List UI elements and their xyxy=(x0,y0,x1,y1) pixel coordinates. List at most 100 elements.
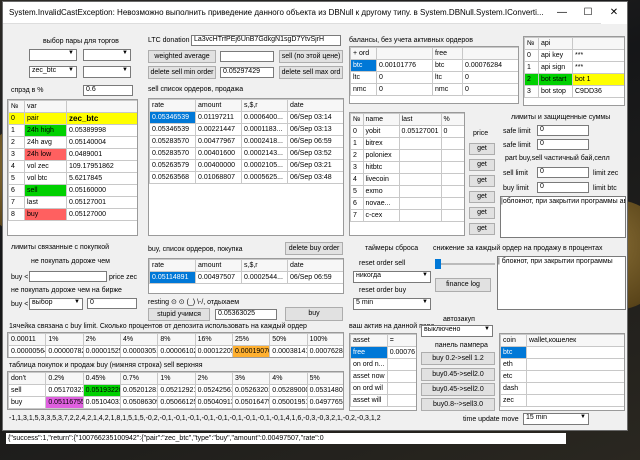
exchange-buy-value[interactable]: 0 xyxy=(87,298,137,309)
quote-currency-select[interactable]: ▼ xyxy=(83,49,131,61)
table-row[interactable]: 2 24h avg 0.05140004 xyxy=(8,136,137,149)
reset-buy-select[interactable]: 5 min ▼ xyxy=(353,298,431,310)
delete-buy-order-button[interactable]: delete buy order xyxy=(285,242,343,255)
spread-label: спрэд в % xyxy=(11,87,44,94)
chevron-down-icon: ▼ xyxy=(122,50,128,56)
decrease-slider[interactable] xyxy=(435,259,495,269)
pair-select[interactable]: zec_btc ▼ xyxy=(29,66,77,78)
table-row[interactable]: 6 sell 0.05160000 xyxy=(8,184,137,197)
table-row[interactable]: 0.05263579 0.00400000 0.0002105... 06/Sep 0… xyxy=(149,159,343,172)
table-row[interactable]: 0.05283570 0.00401600 0.0002143... 06/Sep 0… xyxy=(149,147,343,160)
table-row[interactable]: 0.05283570 0.00477967 0.0002418... 06/Sep 0… xyxy=(149,135,343,148)
weighted-average-value[interactable] xyxy=(220,51,274,62)
maximize-icon[interactable]: ☐ xyxy=(575,2,601,24)
pump-button-3[interactable]: buy0.45->sell2.0 xyxy=(421,383,495,396)
auto-buy-select[interactable]: выключено ▼ xyxy=(421,325,493,337)
buy-limits-title: лимиты связанные с покупкой xyxy=(11,244,110,251)
minimize-icon[interactable]: — xyxy=(549,2,575,24)
buy-list-label: buy, список ордеров, покупка xyxy=(148,246,243,253)
base-currency-select[interactable]: ▼ xyxy=(29,49,77,61)
table-row[interactable]: 3 24h low 0.0489001 xyxy=(8,148,137,161)
table-row[interactable]: 0.05263568 0.01068807 0.0005625... 06/Sep 0… xyxy=(149,171,343,184)
table-row[interactable]: etc xyxy=(500,370,624,383)
spread-input[interactable]: 0.6 xyxy=(83,85,133,96)
col-header: % xyxy=(440,113,464,126)
table-row[interactable]: 0 yobit 0.05127001 0 xyxy=(350,125,464,138)
table-row[interactable]: 1 bitrex xyxy=(350,137,464,150)
get-button[interactable]: get xyxy=(469,207,495,219)
table-row[interactable]: 2 bot start bot 1 xyxy=(524,73,624,86)
get-button[interactable]: get xyxy=(469,191,495,203)
chevron-down-icon: ▼ xyxy=(122,67,128,73)
stupid-learn-button[interactable]: stupid учимся xyxy=(148,308,210,321)
donation-address[interactable]: La3vcHTrfPEj6UnB7GdkgN1sgD7YtvSjrH xyxy=(191,35,341,46)
table-row[interactable]: nmc 0 nmc 0 xyxy=(350,83,518,96)
table-row[interactable]: 2 poloniex xyxy=(350,149,464,162)
delete-sell-min-value[interactable]: 0.05297429 xyxy=(220,67,274,78)
table-row[interactable]: 5 vol btc 5.6217845 xyxy=(8,172,137,185)
table-row[interactable]: 6 novae... xyxy=(350,197,464,210)
table-row[interactable]: ltc 0 ltc 0 xyxy=(350,71,518,84)
table-row[interactable]: asset will xyxy=(350,394,416,407)
table-row[interactable]: 0.05346539 0.01197211 0.0006400... 06/Sep 0… xyxy=(149,111,343,124)
notepad-2[interactable]: | блокнот, при закрытии программы xyxy=(497,256,626,310)
table-row[interactable]: sell 0.05170321 0.05193220 0.05201281 0.0521… xyxy=(8,384,343,397)
pump-button-2[interactable]: buy0.45->sell2.0 xyxy=(421,368,495,381)
table-row[interactable]: 0 api key *** xyxy=(524,49,624,62)
table-row[interactable]: 1 api sign *** xyxy=(524,61,624,74)
safe-limit-label: safe limit xyxy=(503,142,531,149)
close-icon[interactable]: ✕ xyxy=(601,2,627,24)
finance-log-button[interactable]: finance log xyxy=(435,278,491,292)
get-button[interactable]: get xyxy=(469,175,495,187)
table-row[interactable]: asset now xyxy=(350,370,416,383)
reset-sell-select[interactable]: никогда ▼ xyxy=(353,271,431,283)
pair-select-2[interactable]: ▼ xyxy=(83,66,131,78)
col-header xyxy=(66,100,137,113)
notepad-1[interactable]: |облокнот, при закрытии программы ав xyxy=(500,196,626,238)
pump-button-1[interactable]: buy 0.2->sell 1.2 xyxy=(421,352,495,365)
table-row[interactable]: 5 exmo xyxy=(350,185,464,198)
time-update-select[interactable]: 15 min ▼ xyxy=(523,413,589,425)
table-row[interactable]: on ord n... xyxy=(350,358,416,371)
safe-limit-zec-input[interactable]: 0 xyxy=(537,139,589,150)
buy-button[interactable]: buy xyxy=(285,307,343,321)
col-header: api xyxy=(538,37,573,50)
max-buy-price-input[interactable] xyxy=(29,271,107,282)
sell-limit-input[interactable]: 0 xyxy=(537,167,589,178)
buy-limit-input[interactable]: 0 xyxy=(537,182,589,193)
col-header: s,$,r xyxy=(241,259,288,272)
table-row[interactable]: buy 0.05116755 0.05104031 0.05086309 0.05066… xyxy=(8,396,343,409)
col-header: rate xyxy=(149,259,196,272)
table-row[interactable]: 3 hitbtc xyxy=(350,161,464,174)
table-row[interactable]: 4 livecoin xyxy=(350,173,464,186)
safe-limit-btc-input[interactable]: 0 xyxy=(537,125,589,136)
table-row[interactable]: 0 pair zec_btc xyxy=(8,112,137,125)
table-row[interactable]: zec xyxy=(500,394,624,407)
table-row[interactable]: 7 c-cex xyxy=(350,209,464,222)
sell-at-price-button[interactable]: sell (по этой цене) xyxy=(279,50,343,63)
table-row[interactable]: 4 vol zec 109.17951862 xyxy=(8,160,137,173)
pump-button-4[interactable]: buy0.8-->sell3.0 xyxy=(421,398,495,411)
weighted-average-button[interactable]: weighted average xyxy=(148,50,216,63)
delete-sell-max-button[interactable]: delete sell max ord xyxy=(279,66,343,79)
get-button[interactable]: get xyxy=(469,223,495,235)
table-row[interactable]: 1 24h high 0.05389998 xyxy=(8,124,137,137)
table-row[interactable]: 0.00000564 0.00000782 0.00001525 0.00003051… xyxy=(8,345,343,357)
table-row[interactable]: 3 bot stop C9DD36 xyxy=(524,85,624,98)
table-row[interactable]: btc 0.00101776 btc 0.00076284 xyxy=(350,59,518,72)
stupid-value[interactable]: 0.05363025 xyxy=(215,309,277,320)
table-row[interactable]: 8 buy 0.05127000 xyxy=(8,208,137,221)
table-row[interactable]: 0.05114891 0.00497507 0.0002544... 06/Sep 0… xyxy=(149,271,343,284)
table-row[interactable]: btc xyxy=(500,346,624,359)
table-row[interactable]: free 0.00076 xyxy=(350,346,416,359)
exchange-select[interactable]: выбор ▼ xyxy=(29,298,83,310)
get-button[interactable]: get xyxy=(469,143,495,155)
table-row[interactable]: 0.05346539 0.00221447 0.0001183... 06/Sep 0… xyxy=(149,123,343,136)
get-button[interactable]: get xyxy=(469,159,495,171)
table-row[interactable]: 7 last 0.05127001 xyxy=(8,196,137,209)
table-row[interactable]: eth xyxy=(500,358,624,371)
delete-sell-min-button[interactable]: delete sell min order xyxy=(148,66,216,79)
table-row[interactable]: on ord wil xyxy=(350,382,416,395)
col-header: № xyxy=(350,113,364,126)
table-row[interactable]: dash xyxy=(500,382,624,395)
